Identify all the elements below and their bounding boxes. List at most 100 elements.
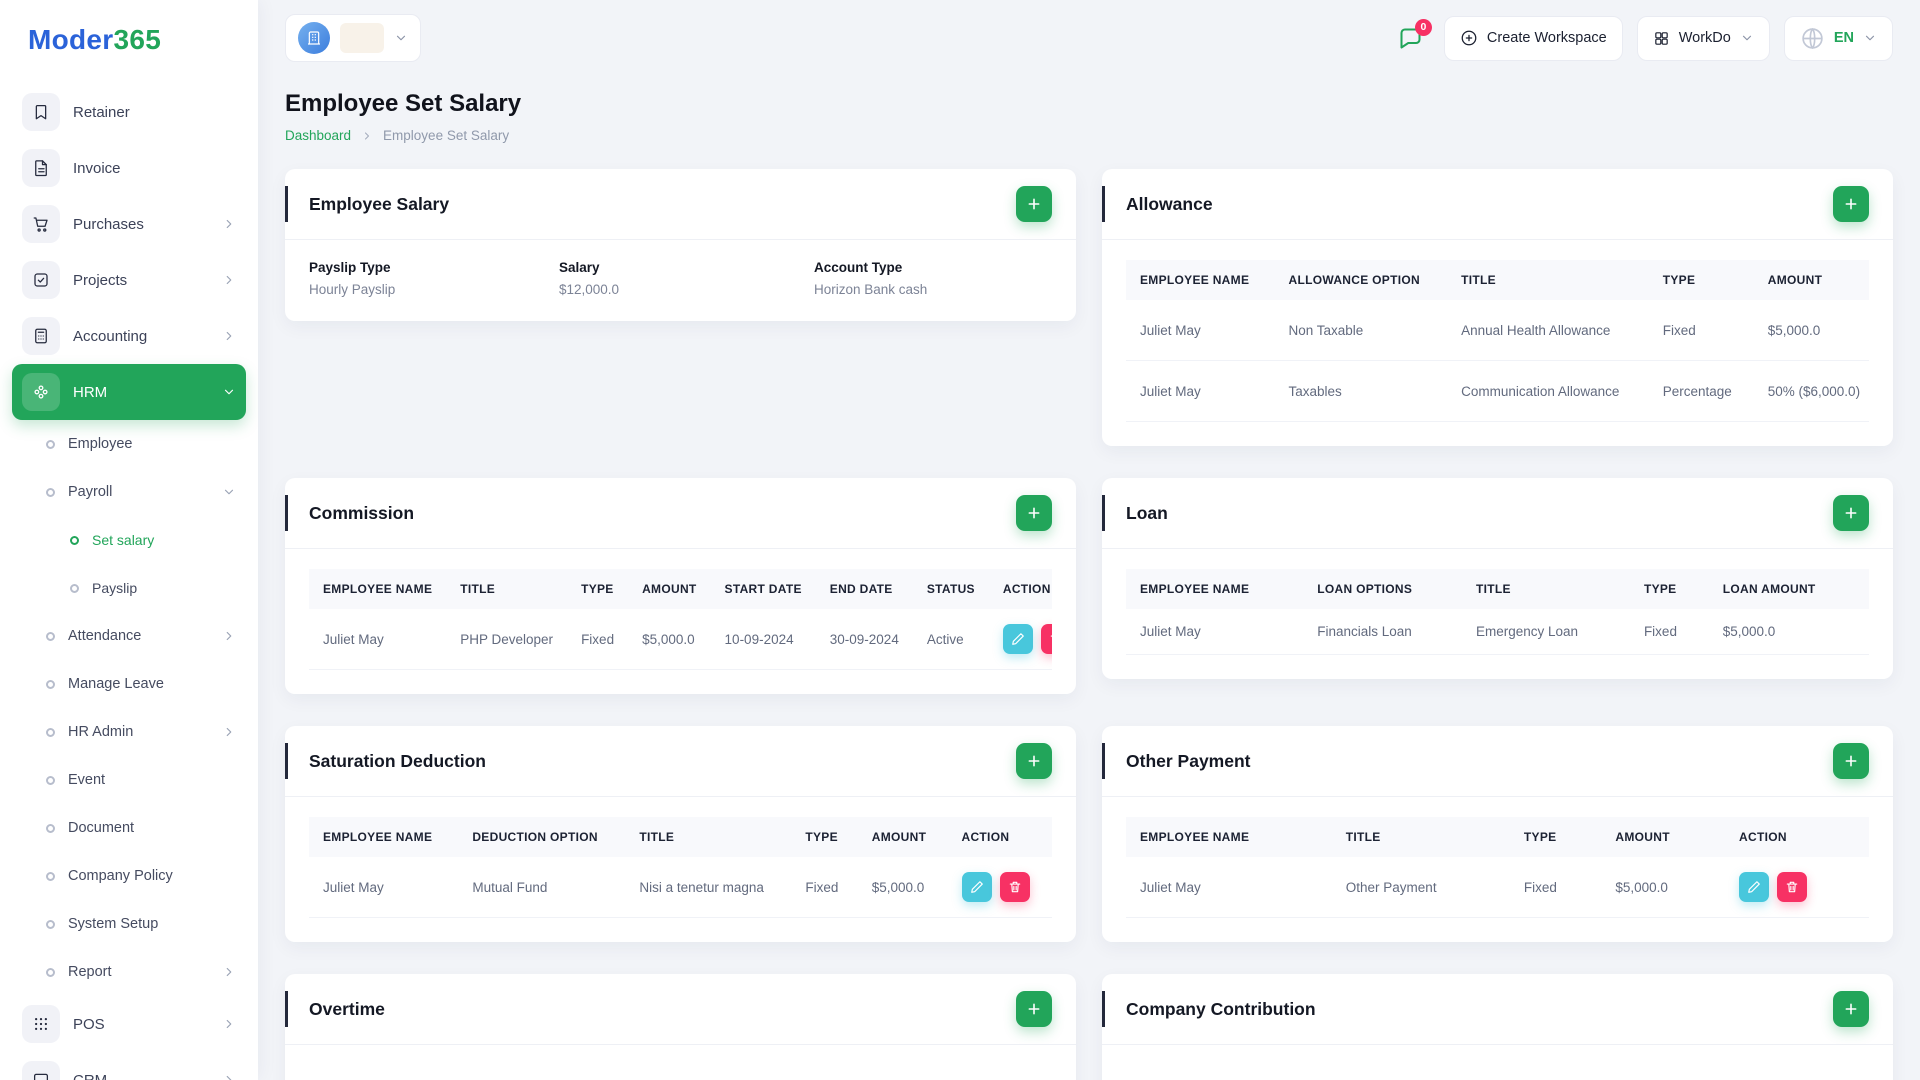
- sidebar-item-retainer[interactable]: Retainer: [12, 84, 246, 140]
- workdo-menu-button[interactable]: WorkDo: [1637, 16, 1770, 61]
- delete-button[interactable]: [1777, 872, 1807, 902]
- column-header: LOAN OPTIONS: [1303, 569, 1462, 609]
- card-title: Allowance: [1126, 194, 1213, 215]
- card-body: [1102, 1045, 1893, 1080]
- accounting-icon: [22, 317, 60, 355]
- column-header: EMPLOYEE NAME: [1126, 569, 1303, 609]
- action-buttons: [1003, 624, 1052, 654]
- sidebar-item-hr-admin[interactable]: HR Admin: [12, 708, 246, 756]
- edit-button[interactable]: [962, 872, 992, 902]
- add-other-payment-button[interactable]: [1833, 743, 1869, 779]
- field-label: Payslip Type: [309, 260, 559, 275]
- sidebar-item-payslip[interactable]: Payslip: [12, 564, 246, 612]
- table-row: Juliet MayOther PaymentFixed$5,000.0: [1126, 857, 1869, 918]
- workspace-selector[interactable]: [285, 14, 421, 62]
- table-scroll-area[interactable]: EMPLOYEE NAMETITLETYPEAMOUNTACTIONJuliet…: [1126, 817, 1869, 918]
- card-body: EMPLOYEE NAMEALLOWANCE OPTIONTITLETYPEAM…: [1102, 240, 1893, 446]
- sidebar-item-accounting[interactable]: Accounting: [12, 308, 246, 364]
- cell: $5,000.0: [1709, 609, 1865, 655]
- add-allowance-button[interactable]: [1833, 186, 1869, 222]
- sidebar-item-company-policy[interactable]: Company Policy: [12, 852, 246, 900]
- topbar: 0 Create Workspace WorkDo: [258, 0, 1920, 76]
- table-row: Juliet MayMutual FundNisi a tenetur magn…: [309, 857, 1052, 918]
- sidebar-item-report[interactable]: Report: [12, 948, 246, 996]
- column-header: TYPE: [791, 817, 857, 857]
- table-scroll-area[interactable]: EMPLOYEE NAMETITLETYPEAMOUNTSTART DATEEN…: [309, 569, 1052, 670]
- projects-icon: [22, 261, 60, 299]
- card-loan: Loan EMPLOYEE NAMELOAN OPTIONSTITLETYPELO…: [1102, 478, 1893, 679]
- sidebar-item-pos[interactable]: POS: [12, 996, 246, 1052]
- sidebar-item-event[interactable]: Event: [12, 756, 246, 804]
- loan-table: EMPLOYEE NAMELOAN OPTIONSTITLETYPELOAN A…: [1126, 569, 1869, 655]
- sidebar-item-label: Document: [68, 820, 134, 836]
- cell: PHP Developer: [446, 609, 567, 670]
- sidebar-item-label: POS: [73, 1016, 105, 1033]
- add-saturation-deduction-button[interactable]: [1016, 743, 1052, 779]
- sidebar-item-system-setup[interactable]: System Setup: [12, 900, 246, 948]
- table-row: Juliet MayNon TaxableAnnual Health Allow…: [1126, 300, 1869, 361]
- column-header: TITLE: [1447, 260, 1649, 300]
- card-header: Employee Salary: [285, 169, 1076, 240]
- cell: $5,000.0: [1601, 857, 1725, 918]
- header-row: EMPLOYEE NAMETITLETYPEAMOUNTACTION: [1126, 817, 1869, 857]
- cell: Juliet May: [309, 609, 446, 670]
- bullet-icon: [70, 584, 79, 593]
- table-scroll-area[interactable]: EMPLOYEE NAMEDEDUCTION OPTIONTITLETYPEAM…: [309, 817, 1052, 918]
- add-company-contribution-button[interactable]: [1833, 991, 1869, 1027]
- cell: Percentage: [1649, 361, 1754, 422]
- chevron-right-icon: [222, 629, 236, 643]
- edit-button[interactable]: [1003, 624, 1033, 654]
- cell: Financials Loan: [1303, 609, 1462, 655]
- add-loan-button[interactable]: [1833, 495, 1869, 531]
- bullet-icon: [46, 728, 55, 737]
- sidebar-item-label: Purchases: [73, 216, 144, 233]
- chevron-right-icon: [222, 1017, 236, 1031]
- main-area: 0 Create Workspace WorkDo: [258, 0, 1920, 1080]
- field-group: Payslip TypeHourly PayslipSalary$12,000.…: [309, 260, 1052, 297]
- sidebar-item-projects[interactable]: Projects: [12, 252, 246, 308]
- column-header: TYPE: [1649, 260, 1754, 300]
- card-body: EMPLOYEE NAMEDEDUCTION OPTIONTITLETYPEAM…: [285, 797, 1076, 942]
- add-employee-salary-button[interactable]: [1016, 186, 1052, 222]
- column-header: START DATE: [711, 569, 816, 609]
- column-header: START DATE: [1865, 569, 1869, 609]
- field-value: Hourly Payslip: [309, 282, 559, 297]
- sidebar-item-payroll[interactable]: Payroll: [12, 468, 246, 516]
- column-header: STATUS: [913, 569, 989, 609]
- card-body: Payslip TypeHourly PayslipSalary$12,000.…: [285, 240, 1076, 321]
- card-title: Saturation Deduction: [309, 751, 486, 772]
- sidebar-item-label: Event: [68, 772, 105, 788]
- delete-button[interactable]: [1000, 872, 1030, 902]
- card-title: Other Payment: [1126, 751, 1250, 772]
- add-commission-button[interactable]: [1016, 495, 1052, 531]
- sidebar-item-crm[interactable]: CRM: [12, 1052, 246, 1080]
- breadcrumb-dashboard-link[interactable]: Dashboard: [285, 128, 351, 143]
- cell: Active: [913, 609, 989, 670]
- field-value: Horizon Bank cash: [814, 282, 1052, 297]
- card-header: Loan: [1102, 478, 1893, 549]
- chevron-down-icon: [394, 31, 408, 45]
- sidebar-item-invoice[interactable]: Invoice: [12, 140, 246, 196]
- add-overtime-button[interactable]: [1016, 991, 1052, 1027]
- table-head: EMPLOYEE NAMETITLETYPEAMOUNTACTION: [1126, 817, 1869, 857]
- table-scroll-area[interactable]: EMPLOYEE NAMELOAN OPTIONSTITLETYPELOAN A…: [1126, 569, 1869, 655]
- card-body: EMPLOYEE NAMELOAN OPTIONSTITLETYPELOAN A…: [1102, 549, 1893, 679]
- sidebar-item-hrm[interactable]: HRM: [12, 364, 246, 420]
- sidebar-item-manage-leave[interactable]: Manage Leave: [12, 660, 246, 708]
- sidebar-item-employee[interactable]: Employee: [12, 420, 246, 468]
- sidebar-item-document[interactable]: Document: [12, 804, 246, 852]
- sidebar: Moder365 RetainerInvoicePurchasesProject…: [0, 0, 258, 1080]
- delete-button[interactable]: [1041, 624, 1052, 654]
- edit-button[interactable]: [1739, 872, 1769, 902]
- chevron-right-icon: [222, 273, 236, 287]
- column-header: EMPLOYEE NAME: [1126, 817, 1332, 857]
- messages-button[interactable]: 0: [1397, 25, 1424, 52]
- sidebar-item-attendance[interactable]: Attendance: [12, 612, 246, 660]
- table-scroll-area[interactable]: EMPLOYEE NAMEALLOWANCE OPTIONTITLETYPEAM…: [1126, 260, 1869, 422]
- language-selector[interactable]: EN: [1784, 16, 1893, 61]
- sidebar-item-set-salary[interactable]: Set salary: [12, 516, 246, 564]
- card-title: Loan: [1126, 503, 1168, 524]
- cell: Juliet May: [309, 857, 458, 918]
- create-workspace-button[interactable]: Create Workspace: [1444, 16, 1623, 61]
- sidebar-item-purchases[interactable]: Purchases: [12, 196, 246, 252]
